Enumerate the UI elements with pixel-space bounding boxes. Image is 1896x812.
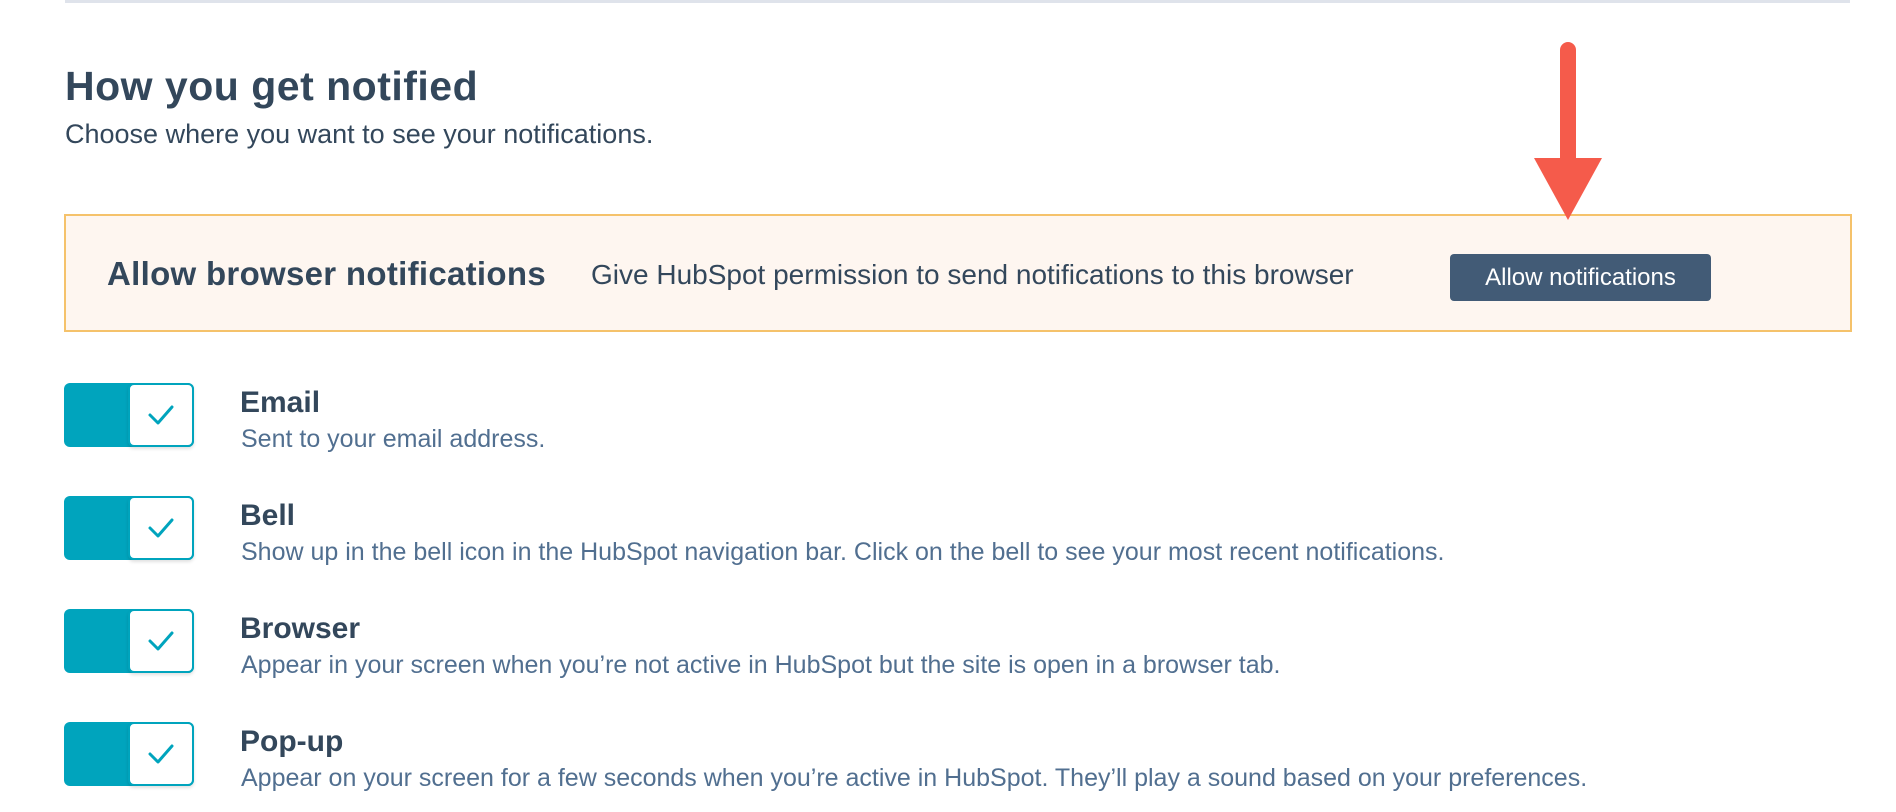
toggle-knob	[128, 722, 194, 786]
channel-row-bell: Bell Show up in the bell icon in the Hub…	[64, 496, 1844, 586]
checkmark-icon	[148, 518, 174, 538]
arrow-down-icon	[1534, 42, 1602, 220]
channel-description: Show up in the bell icon in the HubSpot …	[241, 538, 1445, 566]
section-title: How you get notified	[65, 63, 479, 109]
popup-toggle[interactable]	[64, 722, 194, 786]
channel-label: Pop-up	[240, 725, 344, 758]
checkmark-icon	[148, 744, 174, 764]
channel-row-browser: Browser Appear in your screen when you’r…	[64, 609, 1844, 699]
bell-toggle[interactable]	[64, 496, 194, 560]
toggle-knob	[128, 609, 194, 673]
browser-toggle[interactable]	[64, 609, 194, 673]
banner-description: Give HubSpot permission to send notifica…	[591, 259, 1354, 290]
top-divider	[65, 0, 1850, 3]
channel-label: Bell	[240, 499, 296, 532]
channel-label: Browser	[240, 612, 361, 645]
channel-row-email: Email Sent to your email address.	[64, 383, 1844, 473]
channel-label: Email	[240, 386, 321, 419]
banner-title: Allow browser notifications	[107, 255, 546, 292]
allow-notifications-button[interactable]: Allow notifications	[1450, 254, 1711, 301]
channel-description: Appear in your screen when you’re not ac…	[241, 651, 1281, 679]
section-subtitle: Choose where you want to see your notifi…	[65, 119, 654, 149]
email-toggle[interactable]	[64, 383, 194, 447]
channel-row-popup: Pop-up Appear on your screen for a few s…	[64, 722, 1844, 812]
checkmark-icon	[148, 631, 174, 651]
channel-description: Appear on your screen for a few seconds …	[241, 764, 1588, 792]
toggle-knob	[128, 383, 194, 447]
browser-notifications-banner: Allow browser notifications Give HubSpot…	[64, 214, 1852, 332]
checkmark-icon	[148, 405, 174, 425]
channel-description: Sent to your email address.	[241, 425, 546, 453]
toggle-knob	[128, 496, 194, 560]
